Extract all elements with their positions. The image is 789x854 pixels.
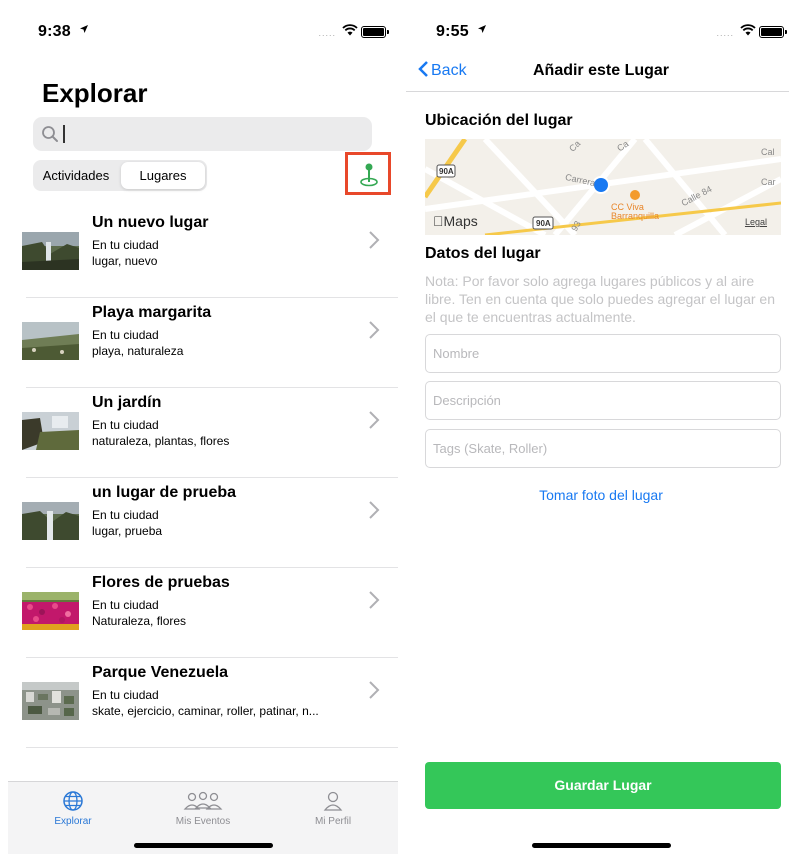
places-list: Un nuevo lugar En tu ciudad lugar, nuevo… xyxy=(8,208,398,748)
explore-screen: 9:38 ..... Explorar Actividades Lugares xyxy=(8,8,398,854)
place-thumbnail xyxy=(22,682,79,720)
place-tags: playa, naturaleza xyxy=(92,344,184,358)
map-pin-icon xyxy=(360,163,378,187)
map-legal-link[interactable]: Legal xyxy=(745,217,767,227)
details-heading: Datos del lugar xyxy=(425,245,541,262)
map-route-shield: 90A xyxy=(536,219,551,228)
place-tags: skate, ejercicio, caminar, roller, patin… xyxy=(92,704,319,718)
chevron-right-icon xyxy=(369,591,380,609)
chevron-right-icon xyxy=(369,411,380,429)
chevron-right-icon xyxy=(369,501,380,519)
location-map[interactable]: 90A 90A Carrera Calle 84 Ca Car Cal Ca 9… xyxy=(425,139,781,235)
tab-bar: Explorar Mis Eventos Mi Perfil xyxy=(8,781,398,854)
tags-input[interactable] xyxy=(426,430,780,467)
description-field[interactable] xyxy=(425,381,781,420)
place-name: Flores de pruebas xyxy=(92,574,230,591)
tab-mi-perfil[interactable]: Mi Perfil xyxy=(283,790,383,827)
page-title: Explorar xyxy=(42,78,148,108)
tab-label: Mis Eventos xyxy=(175,816,231,827)
take-photo-link[interactable]: Tomar foto del lugar xyxy=(406,487,789,503)
tab-mis-eventos[interactable]: Mis Eventos xyxy=(153,790,253,827)
tags-field[interactable] xyxy=(425,429,781,468)
place-tags: lugar, nuevo xyxy=(92,254,158,268)
place-location: En tu ciudad xyxy=(92,598,159,612)
location-arrow-icon xyxy=(80,25,88,33)
name-field[interactable] xyxy=(425,334,781,373)
place-name: Playa margarita xyxy=(92,304,212,321)
name-input[interactable] xyxy=(426,335,780,372)
map-poi-label: CC Viva Barranquilla xyxy=(611,202,660,221)
add-place-screen: 9:55 ..... Back Añadir este Lugar Ubicac… xyxy=(406,8,789,854)
segment-lugares[interactable]: Lugares xyxy=(121,162,205,189)
save-place-button[interactable]: Guardar Lugar xyxy=(425,762,781,809)
place-tags: Naturaleza, flores xyxy=(92,614,187,628)
list-item[interactable]: Parque Venezuela En tu ciudad skate, eje… xyxy=(8,658,398,748)
signal-icon: ..... xyxy=(318,28,336,38)
home-indicator[interactable] xyxy=(532,843,671,848)
place-name: Un jardín xyxy=(92,394,162,411)
people-icon xyxy=(183,791,223,810)
place-thumbnail xyxy=(22,592,79,630)
map-street-label: Car xyxy=(761,177,776,187)
nav-title: Añadir este Lugar xyxy=(532,62,670,79)
list-item[interactable]: Un jardín En tu ciudad naturaleza, plant… xyxy=(8,388,398,478)
chevron-right-icon xyxy=(369,231,380,249)
tab-label: Mi Perfil xyxy=(314,816,352,827)
status-bar: 9:38 ..... xyxy=(8,8,398,52)
signal-icon: ..... xyxy=(716,28,734,38)
navigation-bar: Back Añadir este Lugar xyxy=(406,52,789,92)
segment-control: Actividades Lugares xyxy=(33,160,207,191)
location-arrow-icon xyxy=(478,25,486,33)
text-cursor xyxy=(63,125,65,143)
segment-actividades[interactable]: Actividades xyxy=(35,162,117,189)
list-item[interactable]: Un nuevo lugar En tu ciudad lugar, nuevo xyxy=(8,208,398,298)
battery-icon xyxy=(361,26,389,38)
map-canvas xyxy=(425,139,781,235)
battery-icon xyxy=(759,26,787,38)
search-bar[interactable] xyxy=(33,117,372,151)
globe-icon xyxy=(63,791,83,811)
tab-explorar[interactable]: Explorar xyxy=(23,790,123,827)
place-thumbnail xyxy=(22,232,79,270)
wifi-icon xyxy=(342,24,358,36)
place-tags: lugar, prueba xyxy=(92,524,163,538)
place-tags: naturaleza, plantas, flores xyxy=(92,434,230,448)
chevron-right-icon xyxy=(369,681,380,699)
status-time: 9:55 xyxy=(436,23,469,40)
maps-logo: Maps xyxy=(433,213,478,229)
place-name: Un nuevo lugar xyxy=(92,214,209,231)
description-input[interactable] xyxy=(426,382,780,419)
note-text: Nota: Por favor solo agrega lugares públ… xyxy=(425,273,775,325)
place-location: En tu ciudad xyxy=(92,688,159,702)
map-route-shield: 90A xyxy=(439,167,454,176)
place-location: En tu ciudad xyxy=(92,508,159,522)
list-item[interactable]: Flores de pruebas En tu ciudad Naturalez… xyxy=(8,568,398,658)
place-location: En tu ciudad xyxy=(92,328,159,342)
place-name: un lugar de prueba xyxy=(92,484,237,501)
place-thumbnail xyxy=(22,502,79,540)
place-location: En tu ciudad xyxy=(92,238,159,252)
list-item[interactable]: un lugar de prueba En tu ciudad lugar, p… xyxy=(8,478,398,568)
place-location: En tu ciudad xyxy=(92,418,159,432)
list-item[interactable]: Playa margarita En tu ciudad playa, natu… xyxy=(8,298,398,388)
search-icon xyxy=(42,126,58,142)
location-heading: Ubicación del lugar xyxy=(425,112,573,129)
add-place-button[interactable] xyxy=(345,152,391,195)
wifi-icon xyxy=(740,24,756,36)
place-thumbnail xyxy=(22,412,79,450)
place-thumbnail xyxy=(22,322,79,360)
row-divider xyxy=(26,747,398,748)
person-icon xyxy=(323,791,343,811)
tab-label: Explorar xyxy=(54,816,92,827)
place-name: Parque Venezuela xyxy=(92,664,229,681)
map-street-label: Cal xyxy=(761,147,775,157)
status-time: 9:38 xyxy=(38,23,71,40)
maps-logo-text: Maps xyxy=(433,213,478,229)
home-indicator[interactable] xyxy=(134,843,273,848)
status-bar: 9:55 ..... xyxy=(406,8,789,52)
chevron-right-icon xyxy=(369,321,380,339)
